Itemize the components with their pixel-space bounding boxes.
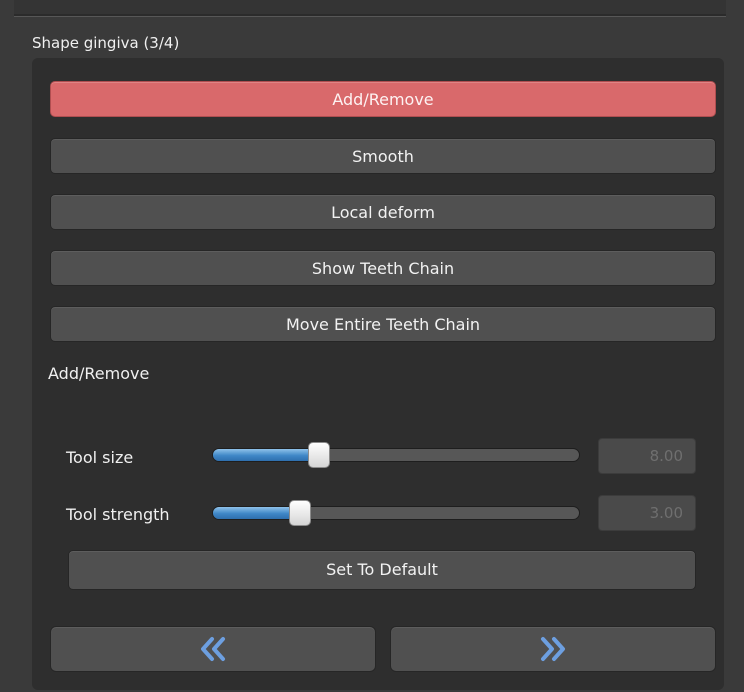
double-chevron-right-icon: [541, 637, 565, 661]
tool-strength-label: Tool strength: [66, 505, 170, 524]
section-title: Shape gingiva (3/4): [32, 34, 180, 52]
tool-size-value[interactable]: 8.00: [598, 438, 696, 474]
tool-strength-value[interactable]: 3.00: [598, 495, 696, 531]
tool-size-slider-handle[interactable]: [307, 442, 330, 468]
add-remove-button[interactable]: Add/Remove: [50, 81, 716, 117]
set-to-default-button[interactable]: Set To Default: [68, 550, 696, 590]
tool-strength-slider[interactable]: [212, 506, 580, 520]
previous-panel-edge: [14, 0, 726, 17]
tool-strength-slider-fill: [213, 507, 302, 519]
tool-size-slider-fill: [213, 449, 320, 461]
tool-size-slider[interactable]: [212, 448, 580, 462]
smooth-button[interactable]: Smooth: [50, 138, 716, 174]
move-entire-teeth-chain-button[interactable]: Move Entire Teeth Chain: [50, 306, 716, 342]
tool-size-label: Tool size: [66, 448, 134, 467]
double-chevron-left-icon: [201, 637, 225, 661]
local-deform-button[interactable]: Local deform: [50, 194, 716, 230]
previous-step-button[interactable]: [50, 626, 376, 672]
show-teeth-chain-button[interactable]: Show Teeth Chain: [50, 250, 716, 286]
tool-strength-slider-handle[interactable]: [289, 500, 312, 526]
next-step-button[interactable]: [390, 626, 716, 672]
current-tool-title: Add/Remove: [48, 364, 150, 383]
